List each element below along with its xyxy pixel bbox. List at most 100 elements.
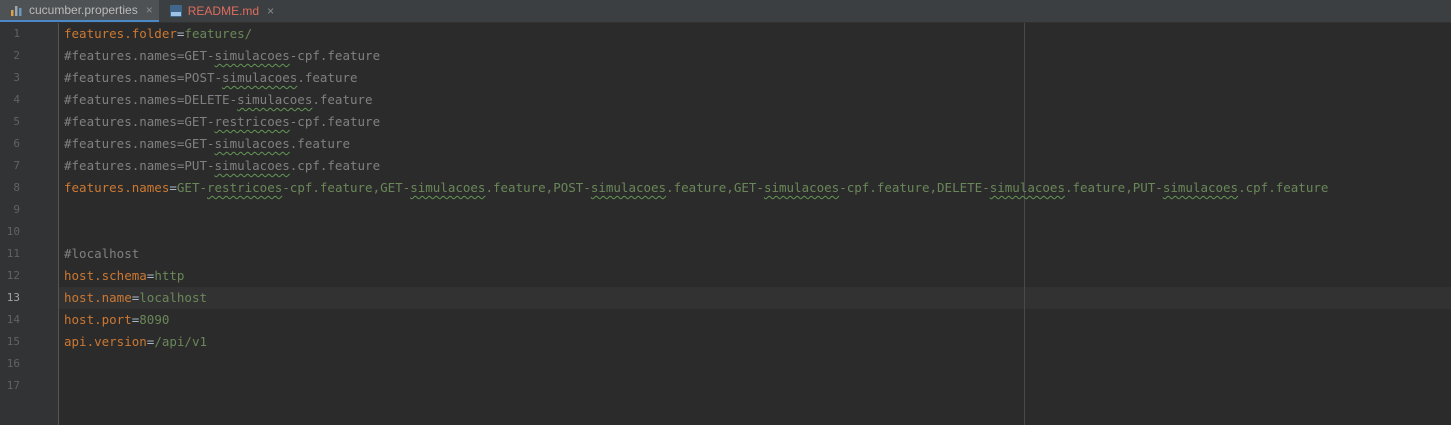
code-token: localhost bbox=[139, 290, 207, 305]
code-line[interactable]: 16 bbox=[0, 353, 1451, 375]
code-token: GET- bbox=[176, 180, 207, 195]
line-code: features.names=GET-restricoes-cpf.featur… bbox=[64, 177, 1328, 199]
spelling-warning-token: restricoes bbox=[214, 114, 290, 129]
code-token: host.port bbox=[64, 312, 132, 327]
line-number: 5 bbox=[13, 115, 20, 128]
code-token: .feature,POST- bbox=[485, 180, 591, 195]
code-line[interactable]: 3 #features.names=POST-simulacoes.feature bbox=[0, 67, 1451, 89]
code-token: -cpf.feature bbox=[289, 114, 381, 129]
code-line[interactable]: 4 #features.names=DELETE-simulacoes.featu… bbox=[0, 89, 1451, 111]
close-icon[interactable]: × bbox=[146, 3, 153, 17]
code-token: .feature,PUT- bbox=[1064, 180, 1163, 195]
code-token: .feature,GET- bbox=[666, 180, 764, 195]
line-code: #features.names=GET-restricoes-cpf.featu… bbox=[64, 111, 380, 133]
code-token: 8090 bbox=[139, 312, 170, 327]
line-code: host.schema=http bbox=[64, 265, 184, 287]
code-token: #features.names=GET- bbox=[64, 48, 215, 63]
line-number: 10 bbox=[6, 225, 20, 238]
code-token: #localhost bbox=[64, 246, 140, 261]
code-token: .feature bbox=[297, 70, 358, 85]
line-number: 1 bbox=[13, 27, 20, 40]
line-number: 17 bbox=[6, 379, 20, 392]
code-line[interactable]: 1 features.folder=features/ bbox=[0, 23, 1451, 45]
code-token: api.version bbox=[64, 334, 147, 349]
line-code: #features.names=GET-simulacoes-cpf.featu… bbox=[64, 45, 380, 67]
spelling-warning-token: simulacoes bbox=[989, 180, 1065, 195]
code-line[interactable]: 5 #features.names=GET-restricoes-cpf.feat… bbox=[0, 111, 1451, 133]
close-icon[interactable]: × bbox=[267, 4, 274, 18]
code-line[interactable]: 8 features.names=GET-restricoes-cpf.featu… bbox=[0, 177, 1451, 199]
spelling-warning-token: simulacoes bbox=[1162, 180, 1239, 195]
code-line[interactable]: 9 bbox=[0, 199, 1451, 221]
tab-label: cucumber.properties bbox=[29, 3, 138, 17]
line-number: 6 bbox=[13, 137, 20, 150]
code-token: #features.names=POST- bbox=[64, 70, 223, 85]
line-code: #features.names=GET-simulacoes.feature bbox=[64, 133, 350, 155]
spelling-warning-token: simulacoes bbox=[763, 180, 840, 195]
spelling-warning-token: simulacoes bbox=[222, 70, 298, 85]
code-token: host.schema bbox=[64, 268, 147, 283]
code-token: features.folder bbox=[64, 26, 177, 41]
line-code: host.port=8090 bbox=[64, 309, 169, 331]
code-token: host.name bbox=[64, 290, 132, 305]
line-number: 11 bbox=[6, 247, 20, 260]
line-code: host.name=localhost bbox=[64, 287, 207, 309]
spelling-warning-token: simulacoes bbox=[214, 136, 290, 151]
code-line[interactable]: 12 host.schema=http bbox=[0, 265, 1451, 287]
code-line[interactable]: 14 host.port=8090 bbox=[0, 309, 1451, 331]
code-token: -cpf.feature,GET- bbox=[282, 180, 411, 195]
line-number: 8 bbox=[13, 181, 20, 194]
code-line[interactable]: 13 host.name=localhost bbox=[0, 287, 1451, 309]
code-line[interactable]: 6 #features.names=GET-simulacoes.feature bbox=[0, 133, 1451, 155]
code-token: .feature bbox=[312, 92, 373, 107]
code-token: = bbox=[169, 180, 177, 195]
code-line[interactable]: 2 #features.names=GET-simulacoes-cpf.feat… bbox=[0, 45, 1451, 67]
code-token: .feature bbox=[289, 136, 350, 151]
line-code: features.folder=features/ bbox=[64, 23, 252, 45]
line-number: 14 bbox=[6, 313, 20, 326]
spelling-warning-token: simulacoes bbox=[410, 180, 486, 195]
code-token: .cpf.feature bbox=[289, 158, 381, 173]
line-number: 13 bbox=[6, 291, 20, 304]
code-token: #features.names=GET- bbox=[64, 136, 215, 151]
spelling-warning-token: simulacoes bbox=[590, 180, 667, 195]
tab-label: README.md bbox=[187, 4, 260, 18]
properties-file-icon bbox=[10, 3, 24, 17]
code-token: http bbox=[154, 268, 185, 283]
line-code: #features.names=DELETE-simulacoes.featur… bbox=[64, 89, 373, 111]
code-token: #features.names=GET- bbox=[64, 114, 215, 129]
code-line[interactable]: 10 bbox=[0, 221, 1451, 243]
code-line[interactable]: 17 bbox=[0, 375, 1451, 397]
line-code: api.version=/api/v1 bbox=[64, 331, 207, 353]
code-line[interactable]: 7 #features.names=PUT-simulacoes.cpf.feat… bbox=[0, 155, 1451, 177]
code-line[interactable]: 15 api.version=/api/v1 bbox=[0, 331, 1451, 353]
line-number: 3 bbox=[13, 71, 20, 84]
line-number: 16 bbox=[6, 357, 20, 370]
line-number: 12 bbox=[6, 269, 20, 282]
code-token: #features.names=DELETE- bbox=[64, 92, 238, 107]
line-number: 2 bbox=[13, 49, 20, 62]
code-token: #features.names=PUT- bbox=[64, 158, 215, 173]
code-token: -cpf.feature bbox=[289, 48, 381, 63]
editor-tab-bar: cucumber.properties × README.md × bbox=[0, 0, 1451, 23]
line-code: #features.names=PUT-simulacoes.cpf.featu… bbox=[64, 155, 380, 177]
code-editor[interactable]: 1 features.folder=features/2 #features.nam… bbox=[0, 23, 1451, 425]
tab-cucumber-properties[interactable]: cucumber.properties × bbox=[0, 0, 159, 22]
code-token: .cpf.feature bbox=[1238, 180, 1329, 195]
spelling-warning-token: restricoes bbox=[207, 180, 283, 195]
tab-readme-md[interactable]: README.md × bbox=[159, 0, 280, 22]
line-code: #localhost bbox=[64, 243, 139, 265]
code-line[interactable]: 11 #localhost bbox=[0, 243, 1451, 265]
line-number: 15 bbox=[6, 335, 20, 348]
spelling-warning-token: simulacoes bbox=[214, 48, 290, 63]
line-code: #features.names=POST-simulacoes.feature bbox=[64, 67, 358, 89]
line-number: 7 bbox=[13, 159, 20, 172]
line-number: 9 bbox=[13, 203, 20, 216]
code-token: -cpf.feature,DELETE- bbox=[839, 180, 990, 195]
spelling-warning-token: simulacoes bbox=[237, 92, 313, 107]
spelling-warning-token: simulacoes bbox=[214, 158, 290, 173]
code-token: features.names bbox=[64, 180, 170, 195]
code-token: features/ bbox=[184, 26, 253, 41]
code-token: /api/v1 bbox=[154, 334, 208, 349]
markdown-file-icon bbox=[169, 4, 183, 18]
